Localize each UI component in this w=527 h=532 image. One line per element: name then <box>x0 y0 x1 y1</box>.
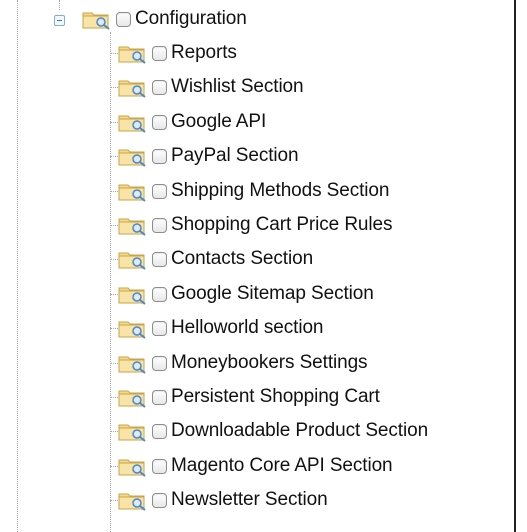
checkbox[interactable] <box>152 355 167 371</box>
tree-connector <box>110 53 118 54</box>
tree-node-paypal-section[interactable]: PayPal Section <box>118 143 299 169</box>
tree-node-label: Shipping Methods Section <box>171 180 390 201</box>
checkbox[interactable] <box>152 79 167 95</box>
checkbox[interactable] <box>152 183 167 199</box>
tree-node-label: Google Sitemap Section <box>171 283 374 304</box>
tree-connector <box>110 328 118 329</box>
tree-guide-line-parent <box>59 0 60 10</box>
folder-search-icon <box>118 115 146 133</box>
tree-node-label: Contacts Section <box>171 248 314 269</box>
tree-node-label: Newsletter Section <box>171 489 328 510</box>
tree-node-label: Wishlist Section <box>171 76 304 97</box>
folder-search-icon <box>118 321 146 339</box>
checkbox[interactable] <box>152 286 167 302</box>
folder-search-icon <box>118 80 146 98</box>
folder-search-icon <box>118 459 146 477</box>
checkbox[interactable] <box>152 114 167 130</box>
checkbox[interactable] <box>152 458 167 474</box>
tree-node-label: Configuration <box>135 8 247 29</box>
tree-node-newsletter-section[interactable]: Newsletter Section <box>118 487 328 513</box>
folder-search-icon <box>118 390 146 408</box>
tree-node-label: Google API <box>171 111 267 132</box>
folder-search-icon <box>118 287 146 305</box>
tree-connector <box>110 259 118 260</box>
folder-search-icon <box>118 46 146 64</box>
tree-connector <box>110 466 118 467</box>
checkbox[interactable] <box>152 320 167 336</box>
checkbox[interactable] <box>152 492 167 508</box>
tree-connector <box>110 431 118 432</box>
tree-guide-line-children <box>110 32 111 532</box>
tree-node-label: Shopping Cart Price Rules <box>171 214 393 235</box>
tree-node-label: Moneybookers Settings <box>171 352 368 373</box>
tree-node-google-api[interactable]: Google API <box>118 109 266 135</box>
tree-connector <box>110 87 118 88</box>
checkbox[interactable] <box>152 423 167 439</box>
collapse-minus-icon[interactable] <box>54 15 65 26</box>
tree-connector <box>110 191 118 192</box>
acl-tree-panel: Configuration Reports Wishlist Section Goo… <box>0 0 516 532</box>
folder-search-icon <box>118 424 146 442</box>
tree-node-magento-core-api-section[interactable]: Magento Core API Section <box>118 453 393 479</box>
folder-search-icon <box>118 356 146 374</box>
folder-search-icon <box>118 252 146 270</box>
tree-node-moneybookers-settings[interactable]: Moneybookers Settings <box>118 350 368 376</box>
tree-connector <box>110 122 118 123</box>
tree-connector <box>110 225 118 226</box>
tree-node-persistent-shopping-cart[interactable]: Persistent Shopping Cart <box>118 384 380 410</box>
folder-search-icon <box>82 12 110 30</box>
folder-search-icon <box>118 184 146 202</box>
tree-node-reports[interactable]: Reports <box>118 40 237 66</box>
tree-connector <box>110 363 118 364</box>
tree-connector <box>110 294 118 295</box>
tree-connector <box>110 500 118 501</box>
checkbox[interactable] <box>152 389 167 405</box>
checkbox[interactable] <box>152 251 167 267</box>
tree-node-configuration[interactable]: Configuration <box>82 6 247 32</box>
tree-node-label: PayPal Section <box>171 145 299 166</box>
tree-node-google-sitemap-section[interactable]: Google Sitemap Section <box>118 281 374 307</box>
checkbox[interactable] <box>152 148 167 164</box>
tree-node-helloworld-section[interactable]: Helloworld section <box>118 315 323 341</box>
tree-node-label: Persistent Shopping Cart <box>171 386 380 407</box>
tree-node-label: Reports <box>171 42 237 63</box>
checkbox[interactable] <box>152 45 167 61</box>
tree-node-contacts-section[interactable]: Contacts Section <box>118 246 313 272</box>
tree-node-label: Helloworld section <box>171 317 324 338</box>
tree-node-shipping-methods-section[interactable]: Shipping Methods Section <box>118 178 389 204</box>
tree-connector <box>110 156 118 157</box>
tree-node-label: Downloadable Product Section <box>171 420 429 441</box>
tree-connector <box>110 397 118 398</box>
checkbox-configuration[interactable] <box>116 11 131 27</box>
tree-node-shopping-cart-price-rules[interactable]: Shopping Cart Price Rules <box>118 212 392 238</box>
folder-search-icon <box>118 218 146 236</box>
tree-node-label: Magento Core API Section <box>171 455 393 476</box>
tree-node-wishlist-section[interactable]: Wishlist Section <box>118 74 304 100</box>
checkbox[interactable] <box>152 217 167 233</box>
folder-search-icon <box>118 149 146 167</box>
tree-guide-line-outer <box>17 0 18 532</box>
tree-node-downloadable-product-section[interactable]: Downloadable Product Section <box>118 418 428 444</box>
folder-search-icon <box>118 493 146 511</box>
